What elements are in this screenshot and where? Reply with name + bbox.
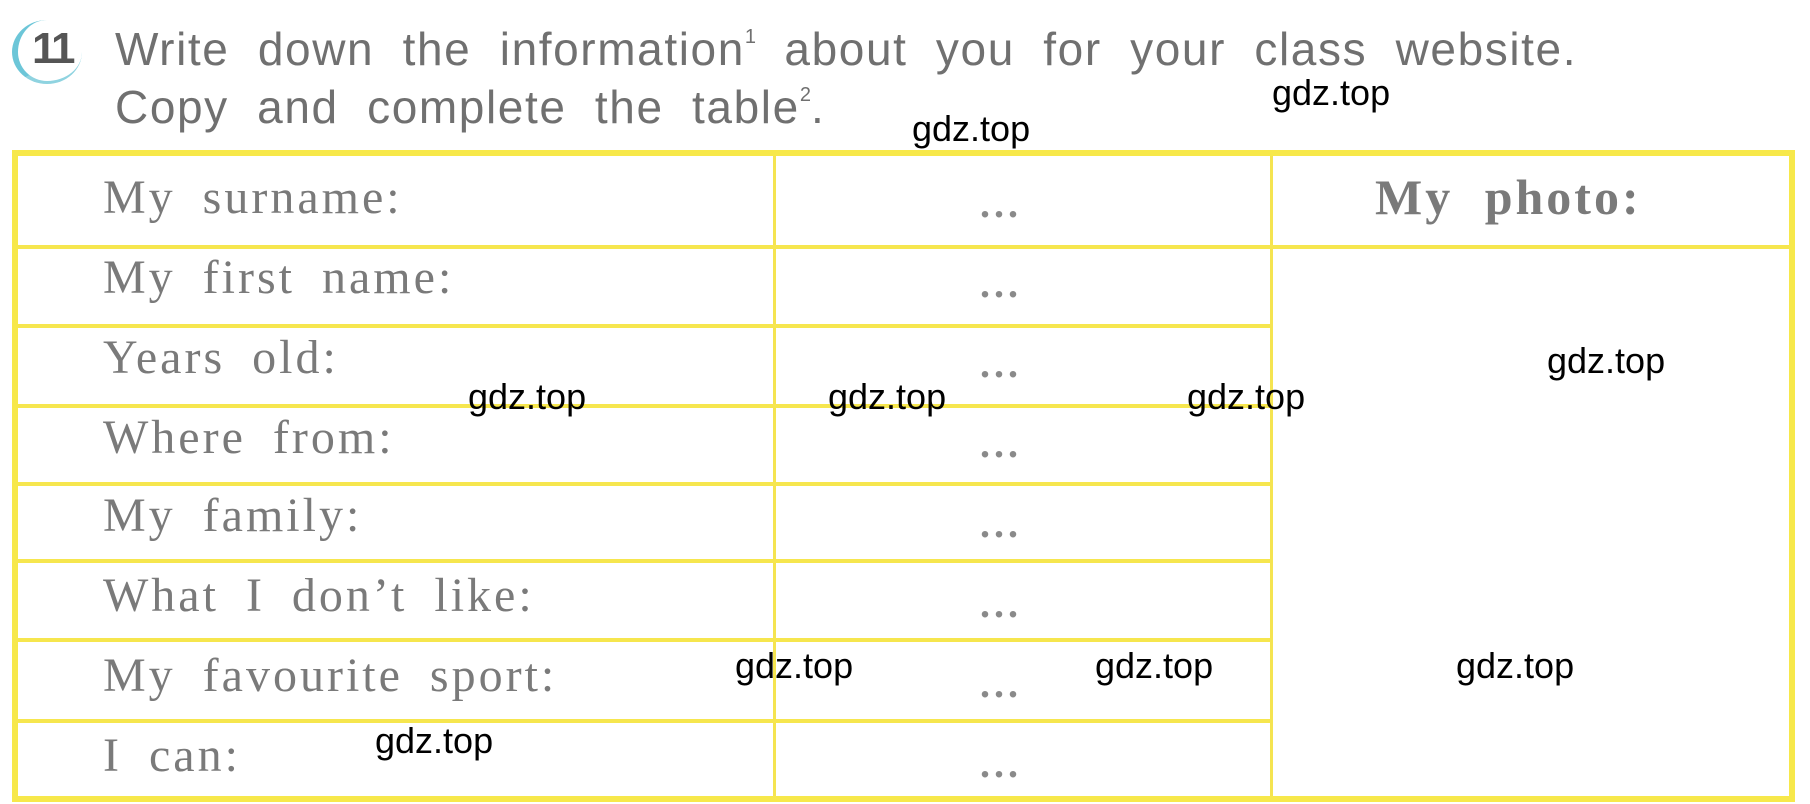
watermark: gdz.top: [735, 645, 854, 686]
exercise-number-badge: 11: [12, 20, 82, 84]
row-label: I can:: [103, 729, 241, 782]
instruction-line-2: Copy and complete the table2.: [115, 80, 825, 134]
row-label: My favourite sport:: [103, 649, 558, 702]
footnote-marker: 2: [799, 84, 811, 106]
row-divider: [18, 324, 1270, 328]
watermark: gdz.top: [912, 108, 1031, 149]
watermark: gdz.top: [828, 376, 947, 417]
row-value: ...: [980, 261, 1022, 306]
photo-header: My photo:: [1375, 169, 1642, 225]
row-label: My first name:: [103, 251, 455, 304]
row-value: ...: [980, 581, 1022, 626]
row-label: My family:: [103, 489, 363, 542]
instruction-line-1: Write down the information1 about you fo…: [115, 22, 1577, 76]
row-value: ...: [980, 661, 1022, 706]
watermark: gdz.top: [468, 376, 587, 417]
row-divider: [18, 559, 1270, 563]
row-value: ...: [980, 421, 1022, 466]
row-label: What I don’t like:: [103, 569, 535, 622]
instruction-text: about you for your class website.: [784, 23, 1578, 75]
row-divider: [18, 245, 1789, 249]
exercise-number: 11: [32, 24, 75, 73]
watermark: gdz.top: [1456, 645, 1575, 686]
row-value: ...: [980, 501, 1022, 546]
instruction-text: .: [810, 81, 826, 133]
row-label: Where from:: [103, 411, 395, 464]
row-divider: [18, 482, 1270, 486]
row-label: Years old:: [103, 331, 339, 384]
row-label: My surname:: [103, 171, 403, 224]
column-divider: [1270, 156, 1273, 796]
footnote-marker: 1: [744, 26, 757, 48]
watermark: gdz.top: [1272, 72, 1391, 113]
row-divider: [18, 638, 1270, 642]
profile-table: [12, 150, 1795, 802]
watermark: gdz.top: [1187, 376, 1306, 417]
watermark: gdz.top: [375, 720, 494, 761]
watermark: gdz.top: [1547, 340, 1666, 381]
watermark: gdz.top: [1095, 645, 1214, 686]
instruction-text: Copy and complete the table: [115, 81, 800, 133]
instruction-text: Write down the information: [115, 23, 745, 75]
row-value: ...: [980, 341, 1022, 386]
row-divider: [18, 404, 1270, 408]
row-value: ...: [980, 181, 1022, 226]
column-divider: [773, 156, 776, 796]
row-divider: [18, 719, 1270, 723]
row-value: ...: [980, 741, 1022, 786]
